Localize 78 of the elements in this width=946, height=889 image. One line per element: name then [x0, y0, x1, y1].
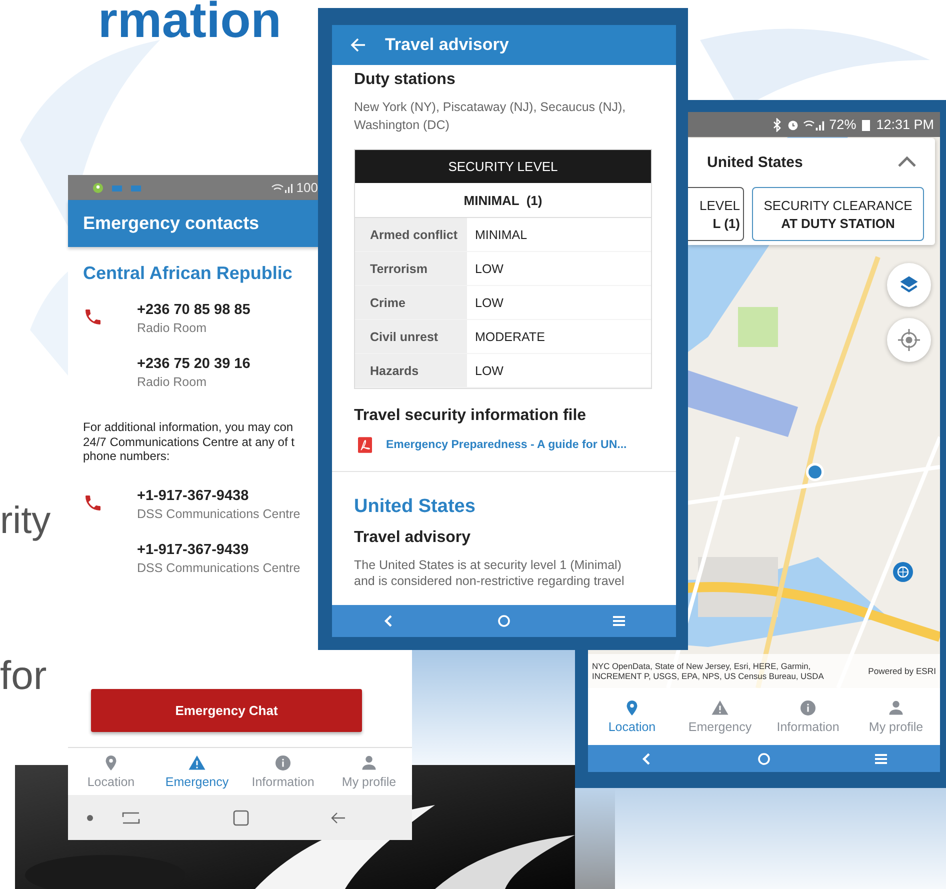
country-heading: United States [354, 496, 476, 518]
table-cell-text: MINIMAL [474, 226, 528, 244]
dot-icon[interactable] [87, 814, 93, 820]
phone-number[interactable]: +1-917-367-9439 [137, 542, 249, 558]
section-heading: Travel advisory [354, 528, 472, 548]
pdf-icon [358, 437, 372, 453]
battery-level: 72% [829, 117, 856, 132]
tab[interactable]: Information [764, 688, 852, 745]
tab[interactable]: My profile [852, 688, 940, 745]
table-cell: Civil unrest [355, 320, 467, 353]
security-button[interactable]: LEVEL L (1) [688, 187, 744, 241]
battery-icon [860, 118, 872, 132]
battery-level: 100 [296, 180, 318, 195]
tab[interactable]: Emergency [154, 748, 240, 795]
clock-time: 12:31 PM [876, 117, 934, 132]
phone-icon[interactable] [83, 307, 103, 327]
info-icon [799, 699, 817, 717]
country-heading: Central African Republic [83, 263, 292, 284]
warning-icon [188, 754, 206, 772]
home-icon[interactable] [233, 810, 249, 826]
map-attribution: NYC OpenData, State of New Jersey, Esri, HERE, Garmin, INCREMENT P, USGS, EPA, NPS, US Census Bureau, USDA [592, 660, 825, 682]
info-text: 24/7 Communications Centre at any of t [83, 434, 294, 449]
signal-icon [271, 182, 294, 194]
info-icon [274, 754, 292, 772]
security-button[interactable]: SECURITY CLEARANCE AT DUTY STATION [752, 187, 924, 241]
person-icon [887, 699, 905, 717]
info-text: For additional information, you may con [83, 420, 294, 434]
phone-number[interactable]: +236 70 85 98 85 [137, 302, 250, 318]
menu-icon[interactable] [610, 613, 627, 629]
table-cell-text: LOW [474, 260, 504, 278]
contact-label: Radio Room [137, 375, 206, 389]
location-pin-icon [92, 182, 104, 194]
table-header: SECURITY LEVEL [355, 150, 651, 183]
bluetooth-icon [771, 118, 784, 132]
emblem-marker-icon[interactable] [893, 562, 913, 582]
slide-text: for [0, 656, 47, 696]
phone-number[interactable]: +1-917-367-9438 [137, 488, 249, 504]
contact-label: Radio Room [137, 321, 206, 335]
slide-text: rity [0, 502, 51, 540]
screen-title: Emergency contacts [83, 213, 260, 234]
home-icon[interactable] [756, 750, 772, 766]
table-cell: Hazards [355, 354, 467, 387]
home-icon[interactable] [496, 613, 512, 629]
person-icon [360, 754, 378, 772]
file-link[interactable]: Emergency Preparedness - A guide for UN... [386, 439, 627, 451]
location-dot-icon [805, 462, 825, 482]
tab[interactable]: Location [68, 748, 154, 795]
table-cell: Armed conflict [355, 218, 467, 251]
table-cell-text: LOW [474, 294, 504, 312]
duty-stations-text: New York (NY), Piscataway (NJ), Secaucus (NJ), Washington (DC) [354, 99, 627, 134]
tab[interactable]: Location [588, 688, 676, 745]
emergency-chat-button[interactable]: Emergency Chat [91, 689, 362, 732]
back-arrow-icon[interactable] [350, 37, 366, 53]
section-heading: Travel security information file [354, 406, 588, 426]
tab[interactable]: My profile [326, 748, 412, 795]
advisory-text: The United States is at security level 1 (Minimal) and is considered non-restrictive regarding travel [354, 557, 626, 589]
card-title: United States [707, 154, 803, 170]
chevron-up-icon[interactable] [897, 156, 917, 168]
map-credit: Powered by ESRI [868, 666, 936, 676]
crosshair-icon [898, 329, 920, 351]
contact-label: DSS Communications Centre [137, 560, 300, 574]
phone-icon[interactable] [83, 492, 103, 512]
info-text: phone numbers: [83, 449, 170, 464]
table-cell: Crime [355, 286, 467, 319]
table-cell: Terrorism [355, 252, 467, 285]
screen-title: Travel advisory [385, 35, 509, 55]
warning-icon [711, 699, 729, 717]
recent-apps-icon[interactable] [122, 810, 140, 824]
table-cell-text: MODERATE [474, 328, 546, 346]
tab[interactable]: Information [240, 748, 326, 795]
phone-number[interactable]: +236 75 20 39 16 [137, 356, 250, 372]
table-cell-text: LOW [474, 362, 504, 380]
signal-icon [803, 118, 826, 132]
contact-label: DSS Communications Centre [137, 506, 300, 520]
section-heading: Duty stations [354, 70, 456, 90]
tab[interactable]: Emergency [676, 688, 764, 745]
slide-title: rmation [98, 0, 282, 45]
back-icon[interactable] [330, 810, 346, 826]
